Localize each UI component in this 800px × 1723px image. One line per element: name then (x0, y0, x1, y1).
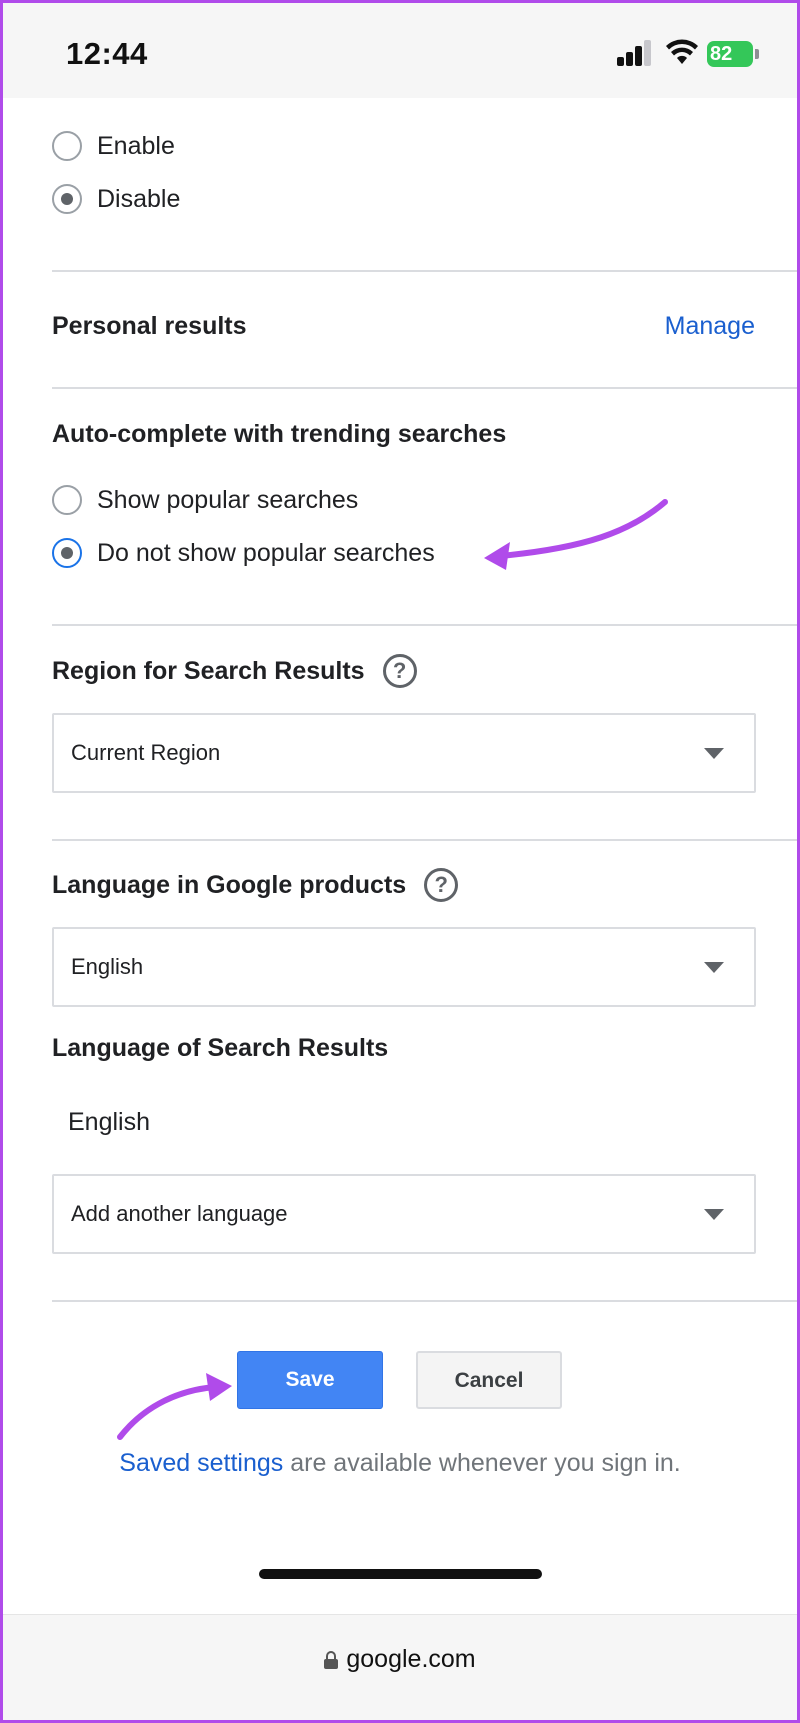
section-divider (52, 270, 800, 272)
annotation-arrow-icon (117, 1373, 232, 1440)
radio-option-show-popular[interactable]: Show popular searches (52, 480, 358, 520)
help-icon[interactable]: ? (424, 868, 459, 902)
cellular-signal-icon (617, 40, 653, 66)
language-products-select-value: English (71, 954, 144, 979)
personal-results-title: Personal results (52, 312, 247, 340)
language-results-title: Language of Search Results (52, 1034, 389, 1062)
region-select-value: Current Region (71, 740, 221, 765)
wifi-icon (666, 39, 698, 64)
radio-label-enable: Enable (97, 131, 175, 160)
saved-settings-note-text: are available whenever you sign in. (283, 1449, 681, 1477)
status-bar: 12:44 82 (0, 0, 800, 98)
radio-option-disable[interactable]: Disable (52, 179, 180, 219)
annotation-arrow-icon (484, 499, 668, 570)
region-title: Region for Search Results ? (52, 654, 417, 688)
region-select[interactable]: Current Region (52, 713, 756, 793)
saved-settings-link[interactable]: Saved settings (119, 1449, 283, 1477)
lock-icon (324, 1651, 339, 1669)
radio-button-disable[interactable] (52, 184, 82, 214)
home-indicator[interactable] (259, 1569, 542, 1579)
dropdown-arrow-icon (704, 1209, 724, 1220)
language-results-current: English (68, 1108, 150, 1136)
status-time: 12:44 (66, 36, 148, 71)
region-title-text: Region for Search Results (52, 656, 365, 685)
help-icon[interactable]: ? (382, 654, 417, 688)
section-divider (52, 839, 800, 841)
section-divider (52, 1300, 800, 1302)
section-divider (52, 387, 800, 389)
autocomplete-title: Auto-complete with trending searches (52, 420, 507, 448)
dropdown-arrow-icon (704, 748, 724, 759)
add-language-select[interactable]: Add another language (52, 1174, 756, 1254)
radio-option-hide-popular[interactable]: Do not show popular searches (52, 533, 435, 573)
cancel-button[interactable]: Cancel (416, 1351, 562, 1409)
save-button[interactable]: Save (237, 1351, 383, 1409)
battery-level: 82 (710, 43, 733, 65)
language-products-title: Language in Google products ? (52, 868, 459, 902)
browser-address-bar[interactable]: google.com (0, 1614, 800, 1723)
radio-label-show-popular: Show popular searches (97, 485, 359, 514)
saved-settings-note: Saved settings are available whenever yo… (0, 1449, 800, 1478)
add-language-select-value: Add another language (71, 1201, 288, 1226)
url-text: google.com (346, 1645, 476, 1673)
radio-label-disable: Disable (97, 184, 181, 213)
battery-icon: 82 (707, 41, 753, 67)
battery-tip (755, 49, 759, 59)
url-display[interactable]: google.com (0, 1645, 800, 1674)
language-products-title-text: Language in Google products (52, 870, 407, 899)
radio-label-hide-popular: Do not show popular searches (97, 538, 435, 567)
radio-option-enable[interactable]: Enable (52, 126, 175, 166)
manage-link[interactable]: Manage (665, 312, 755, 341)
radio-button-enable[interactable] (52, 131, 82, 161)
language-products-select[interactable]: English (52, 927, 756, 1007)
radio-button-hide-popular[interactable] (52, 538, 82, 568)
radio-button-show-popular[interactable] (52, 485, 82, 515)
section-divider (52, 624, 800, 626)
dropdown-arrow-icon (704, 962, 724, 973)
